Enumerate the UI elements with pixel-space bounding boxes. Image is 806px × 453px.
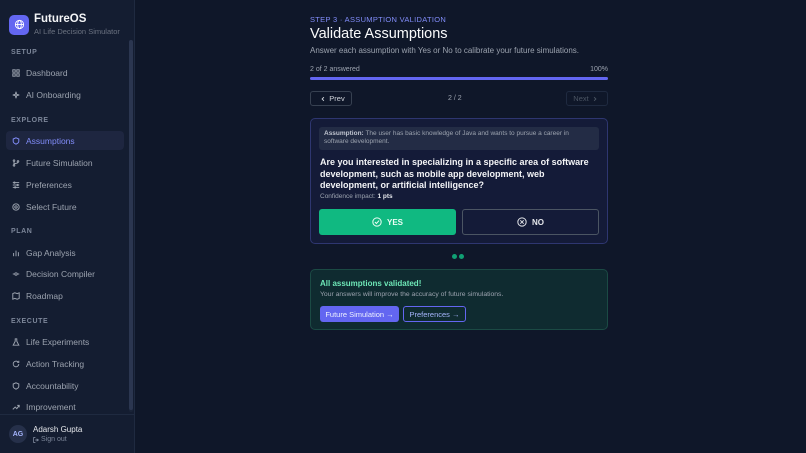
map-icon: [12, 291, 20, 300]
refresh-icon: [12, 360, 20, 368]
sign-out-link[interactable]: Sign out: [33, 436, 82, 443]
sidebar-item-label: Accountability: [26, 380, 79, 391]
completion-title: All assumptions validated!: [320, 279, 422, 288]
next-label: Next: [573, 94, 589, 103]
sidebar: FutureOS AI Life Decision Simulator SETU…: [0, 0, 135, 453]
brand-name: FutureOS: [34, 13, 87, 25]
shield-icon: [12, 136, 20, 145]
prev-label: Prev: [329, 94, 345, 103]
step-label: STEP 3 · ASSUMPTION VALIDATION: [310, 15, 447, 24]
sidebar-item-label: Roadmap: [26, 290, 63, 301]
yes-label: YES: [386, 217, 403, 227]
next-button[interactable]: Next: [566, 91, 608, 106]
question-text: Are you interested in specializing in a …: [320, 157, 589, 190]
sign-out-label: Sign out: [41, 436, 67, 443]
page-title: Validate Assumptions: [310, 26, 448, 42]
impact-value: 1 pts: [377, 193, 393, 200]
branch-icon: [12, 158, 20, 167]
sidebar-item-label: Gap Analysis: [26, 247, 76, 258]
assumption-label: Assumption:: [324, 130, 364, 137]
sidebar-item-label: Action Tracking: [26, 358, 85, 369]
compiler-icon: [12, 270, 20, 278]
sidebar-item-label: Future Simulation: [26, 157, 93, 168]
shield-outline-icon: [12, 381, 20, 390]
bar-chart-icon: [12, 249, 20, 257]
sidebar-item-dashboard[interactable]: Dashboard: [6, 63, 124, 82]
preferences-button[interactable]: Preferences →: [403, 306, 466, 322]
completion-description: Your answers will improve the accuracy o…: [320, 291, 504, 298]
sidebar-item-select-future[interactable]: Select Future: [6, 197, 124, 216]
sidebar-item-assumptions[interactable]: Assumptions: [6, 131, 124, 150]
prev-button[interactable]: Prev: [310, 91, 352, 106]
assumption-card: Assumption: The user has basic knowledge…: [310, 118, 608, 244]
trend-up-icon: [12, 403, 20, 411]
chevron-left-icon: [321, 96, 325, 101]
sidebar-item-preferences[interactable]: Preferences: [6, 175, 124, 194]
globe-icon: [9, 14, 29, 35]
sidebar-item-label: AI Onboarding: [26, 89, 81, 100]
sidebar-item-life-experiments[interactable]: Life Experiments: [6, 332, 124, 351]
pagination-dot[interactable]: [459, 254, 464, 259]
completion-card: All assumptions validated! Your answers …: [310, 269, 608, 330]
grid-icon: [12, 68, 20, 77]
sidebar-item-accountability[interactable]: Accountability: [6, 376, 124, 395]
sidebar-item-label: Assumptions: [26, 135, 75, 146]
sidebar-item-roadmap[interactable]: Roadmap: [6, 286, 124, 305]
sidebar-scrollbar-thumb[interactable]: [129, 40, 133, 410]
logout-icon: [33, 436, 39, 443]
progress-label: 2 of 2 answered: [310, 66, 360, 73]
sidebar-item-action-tracking[interactable]: Action Tracking: [6, 354, 124, 373]
yes-button[interactable]: YES: [319, 209, 456, 235]
sliders-icon: [12, 180, 20, 189]
sidebar-item-label: Dashboard: [26, 67, 68, 78]
sidebar-item-label: Improvement: [26, 401, 76, 412]
confidence-impact: Confidence impact: 1 pts: [320, 193, 393, 200]
avatar[interactable]: AG: [9, 425, 27, 443]
impact-label: Confidence impact:: [320, 193, 376, 200]
chevron-right-icon: [593, 96, 597, 101]
section-label-setup: SETUP: [11, 49, 38, 56]
brand-subtitle: AI Life Decision Simulator: [34, 27, 120, 36]
future-simulation-button[interactable]: Future Simulation →: [320, 306, 399, 322]
no-label: NO: [532, 217, 544, 227]
sidebar-item-ai-onboarding[interactable]: AI Onboarding: [6, 85, 124, 104]
user-name: Adarsh Gupta: [33, 425, 83, 434]
sidebar-item-gap-analysis[interactable]: Gap Analysis: [6, 243, 124, 262]
page-indicator: 2 / 2: [448, 95, 462, 102]
section-label-explore: EXPLORE: [11, 117, 49, 124]
check-circle-icon: [372, 217, 382, 227]
target-icon: [12, 202, 20, 211]
section-label-plan: PLAN: [11, 228, 33, 235]
sidebar-item-label: Select Future: [26, 201, 77, 212]
x-circle-icon: [517, 217, 527, 227]
user-block: AG Adarsh Gupta Sign out: [0, 414, 134, 453]
progress-fill: [310, 77, 608, 80]
brand[interactable]: FutureOS AI Life Decision Simulator: [9, 13, 120, 36]
pagination-dot[interactable]: [452, 254, 457, 259]
sparkle-icon: [12, 91, 20, 99]
sidebar-item-label: Decision Compiler: [26, 268, 95, 279]
no-button[interactable]: NO: [462, 209, 599, 235]
progress-bar: [310, 77, 608, 80]
flask-icon: [12, 337, 20, 346]
assumption-box: Assumption: The user has basic knowledge…: [319, 127, 599, 150]
pagination-dots: [452, 254, 466, 259]
progress-percent: 100%: [590, 66, 608, 73]
sidebar-item-decision-compiler[interactable]: Decision Compiler: [6, 264, 124, 283]
section-label-execute: EXECUTE: [11, 318, 49, 325]
sidebar-item-label: Preferences: [26, 179, 72, 190]
sidebar-item-future-simulation[interactable]: Future Simulation: [6, 153, 124, 172]
page-subtitle: Answer each assumption with Yes or No to…: [310, 46, 580, 55]
sidebar-item-label: Life Experiments: [26, 336, 90, 347]
